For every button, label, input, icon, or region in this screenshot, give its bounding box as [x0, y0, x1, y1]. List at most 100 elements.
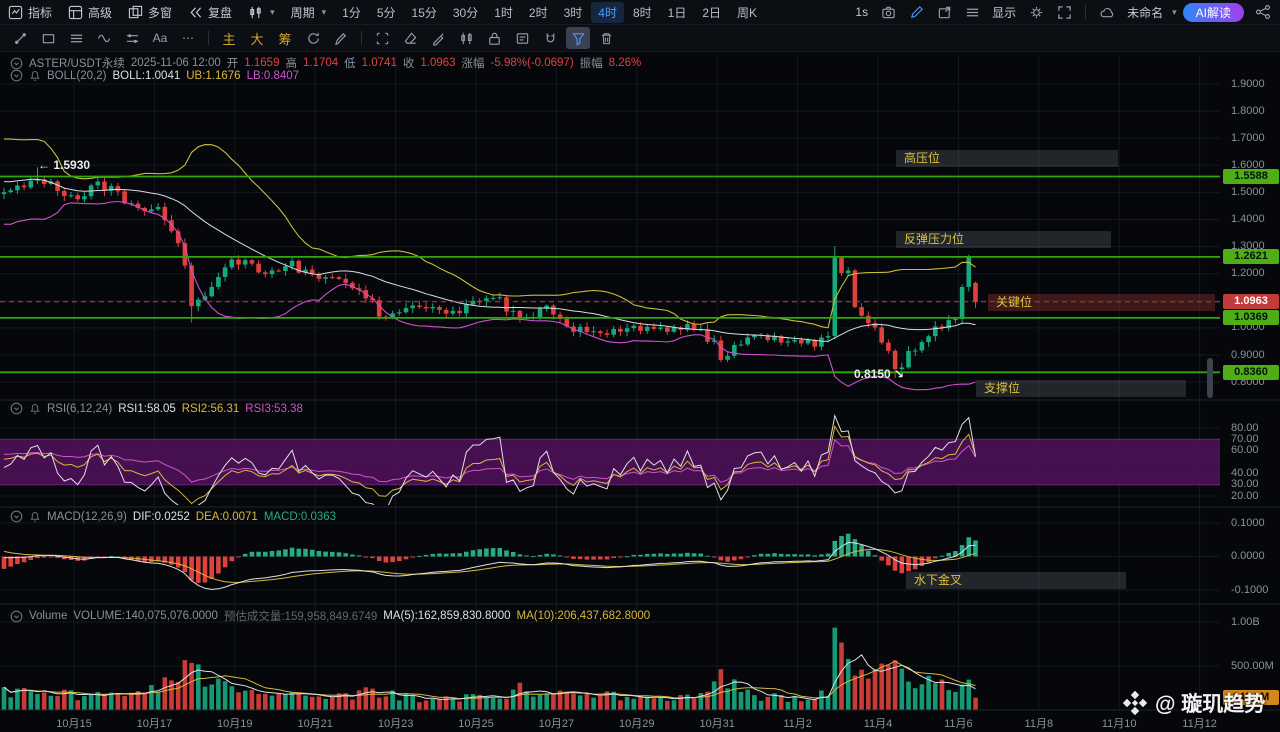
pen-tool[interactable] [426, 27, 450, 49]
timeframe-0[interactable]: 1分 [335, 2, 368, 23]
interval-badge[interactable]: 1s [850, 5, 873, 19]
lock-tool[interactable] [482, 27, 506, 49]
date-axis-label: 11月4 [864, 715, 893, 731]
document-name[interactable]: 未命名 [1122, 4, 1168, 21]
draw-pencil-icon[interactable] [903, 1, 929, 23]
timeframe-9[interactable]: 1日 [661, 2, 694, 23]
rsi-legend-row: RSI(6,12,24) RSI1:58.05 RSI2:56.31 RSI3:… [10, 402, 303, 415]
collapse-chevron-icon[interactable] [10, 510, 23, 523]
screenshot-camera-icon[interactable] [875, 1, 901, 23]
timeframe-bar: 1分5分15分30分1时2时3时4时8时1日2日周K [334, 2, 765, 23]
alert-bell-icon[interactable] [29, 511, 41, 523]
settings-gear-icon[interactable] [1023, 1, 1049, 23]
cn-tool-2[interactable]: 筹 [273, 27, 297, 49]
date-axis-label: 11月6 [944, 715, 973, 731]
timeframe-4[interactable]: 1时 [487, 2, 520, 23]
fullscreen-expand-icon[interactable] [1051, 1, 1077, 23]
annotation-label[interactable]: 支撑位 [976, 380, 1186, 397]
annotation-label[interactable]: 水下金叉 [906, 572, 1126, 589]
alert-bell-icon[interactable] [29, 70, 41, 82]
period-selector[interactable]: 周期 ▾ [283, 0, 335, 24]
multi-window-icon [128, 5, 143, 20]
cn-tool-1[interactable]: 大 [245, 27, 269, 49]
horizontal-lines-tool[interactable] [64, 27, 88, 49]
refresh-tool[interactable] [301, 27, 325, 49]
volume-estimate: 预估成交量:159,958,849.6749 [224, 608, 377, 624]
rsi-name: RSI(6,12,24) [47, 403, 112, 415]
volume-name: Volume [29, 610, 67, 622]
trendline-tool[interactable] [8, 27, 32, 49]
collapse-chevron-icon[interactable] [10, 69, 23, 82]
bar-datetime: 2025-11-06 12:00 [131, 57, 221, 69]
trash-tool[interactable] [594, 27, 618, 49]
timeframe-3[interactable]: 30分 [446, 2, 485, 23]
cn-tool-0[interactable]: 主 [217, 27, 241, 49]
divider [361, 31, 362, 45]
collapse-chevron-icon[interactable] [10, 57, 23, 70]
price-scale-scrollbar[interactable] [1207, 358, 1213, 398]
timeframe-2[interactable]: 15分 [405, 2, 444, 23]
volume-legend-row: Volume VOLUME:140,075,076.0000 预估成交量:159… [10, 608, 650, 624]
cloud-save-icon[interactable] [1094, 1, 1120, 23]
collapse-chevron-icon[interactable] [10, 610, 23, 623]
note-tool[interactable] [510, 27, 534, 49]
compare-candles-tool[interactable] [454, 27, 478, 49]
replay-label: 复盘 [208, 4, 232, 21]
volume-value: VOLUME:140,075,076.0000 [73, 610, 218, 622]
display-button[interactable]: 显示 [987, 4, 1021, 21]
select-region-tool[interactable] [370, 27, 394, 49]
date-axis-label: 10月21 [297, 715, 332, 731]
timeframe-11[interactable]: 周K [730, 2, 764, 23]
filter-funnel-tool[interactable] [566, 27, 590, 49]
boll-mid-value: BOLL:1.0041 [112, 70, 180, 82]
advanced-button[interactable]: 高级 [60, 0, 120, 24]
macd-dif-value: DIF:0.0252 [133, 511, 190, 523]
annotation-label[interactable]: 反弹压力位 [896, 231, 1111, 248]
timeframe-6[interactable]: 3时 [557, 2, 590, 23]
timeframe-10[interactable]: 2日 [695, 2, 728, 23]
eraser-tool[interactable] [398, 27, 422, 49]
date-axis-label: 10月15 [56, 715, 91, 731]
wave-tool[interactable] [92, 27, 116, 49]
popup-window-icon[interactable] [931, 1, 957, 23]
macd-legend-row: MACD(12,26,9) DIF:0.0252 DEA:0.0071 MACD… [10, 510, 336, 523]
magnet-tool[interactable] [538, 27, 562, 49]
brush-tool[interactable] [329, 27, 353, 49]
timeframe-7[interactable]: 4时 [591, 2, 624, 23]
high-value: 1.1704 [303, 57, 338, 69]
timeframe-8[interactable]: 8时 [626, 2, 659, 23]
volume-ma10: MA(10):206,437,682.8000 [517, 610, 651, 622]
low-label: 低 [344, 55, 356, 71]
date-axis-label: 11月8 [1025, 715, 1054, 731]
advanced-icon [68, 5, 83, 20]
date-axis-label: 10月19 [217, 715, 252, 731]
layout-list-icon[interactable] [959, 1, 985, 23]
alert-bell-icon[interactable] [29, 403, 41, 415]
collapse-chevron-icon[interactable] [10, 402, 23, 415]
rectangle-tool[interactable] [36, 27, 60, 49]
cn-tool-group: 主大筹 [215, 27, 299, 49]
chart-style-selector[interactable]: ▾ [240, 0, 283, 24]
date-axis-label: 10月17 [137, 715, 172, 731]
text-tool[interactable]: Aa [148, 27, 172, 49]
timeframe-5[interactable]: 2时 [522, 2, 555, 23]
ai-analysis-button[interactable]: AI解读 [1183, 3, 1244, 22]
more-tools[interactable]: ⋯ [176, 27, 200, 49]
date-axis-label: 11月2 [783, 715, 812, 731]
annotation-label[interactable]: 关键位 [988, 294, 1215, 311]
indicators-button[interactable]: 指标 [0, 0, 60, 24]
volume-ma5: MA(5):162,859,830.8000 [383, 610, 510, 622]
annotation-label[interactable]: 高压位 [896, 150, 1118, 167]
replay-button[interactable]: 复盘 [180, 0, 240, 24]
date-axis-label: 10月23 [378, 715, 413, 731]
replay-rewind-icon [188, 5, 203, 20]
share-icon[interactable] [1250, 1, 1276, 23]
close-label: 收 [403, 55, 415, 71]
timeframe-1[interactable]: 5分 [370, 2, 403, 23]
macd-name: MACD(12,26,9) [47, 511, 127, 523]
multi-window-button[interactable]: 多窗 [120, 0, 180, 24]
date-axis-label: 10月27 [539, 715, 574, 731]
drawing-toolbar: Aa ⋯ 主大筹 [0, 25, 1280, 52]
channel-tool[interactable] [120, 27, 144, 49]
date-axis-label: 10月25 [458, 715, 493, 731]
